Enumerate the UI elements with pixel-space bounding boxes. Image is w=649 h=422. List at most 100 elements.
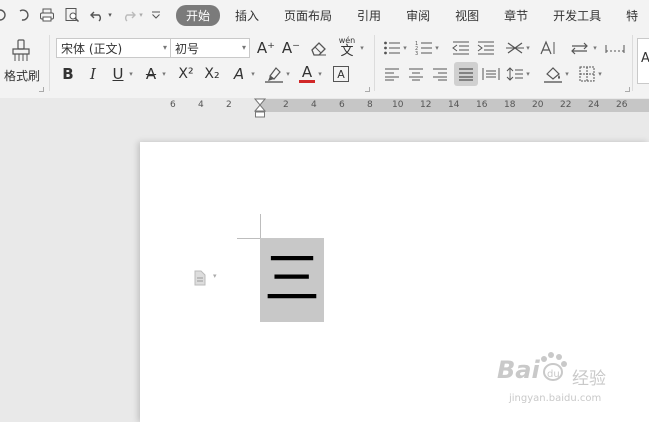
tab-insert[interactable]: 插入 bbox=[225, 5, 269, 26]
line-spacing-dropdown-icon[interactable]: ▾ bbox=[591, 38, 599, 58]
shrink-font-button[interactable]: A⁻ bbox=[280, 38, 302, 58]
print-icon[interactable] bbox=[37, 0, 57, 30]
decrease-indent-icon[interactable] bbox=[451, 38, 471, 58]
bullet-list-icon[interactable] bbox=[382, 38, 402, 58]
tab-home[interactable]: 开始 bbox=[176, 5, 221, 26]
character-border-button[interactable]: A bbox=[331, 64, 351, 84]
chinese-layout-icon[interactable] bbox=[504, 38, 526, 58]
print-preview-icon[interactable] bbox=[62, 0, 82, 30]
paragraph-spacing-icon[interactable] bbox=[505, 64, 525, 84]
ruler-tick: 10 bbox=[392, 100, 404, 110]
ruler-tick: 18 bbox=[504, 100, 516, 110]
tab-references[interactable]: 引用 bbox=[347, 5, 391, 26]
justify-icon[interactable] bbox=[454, 62, 478, 86]
ruler-tick: 2 bbox=[283, 100, 289, 110]
ruler-tick: 12 bbox=[420, 100, 432, 110]
ruler-tick: 8 bbox=[367, 100, 373, 110]
quick-access-more-icon[interactable] bbox=[149, 0, 163, 30]
bold-button[interactable]: B bbox=[58, 64, 78, 84]
document-character: 三 bbox=[264, 247, 320, 312]
tab-review[interactable]: 审阅 bbox=[396, 5, 440, 26]
ruler-tick: 26 bbox=[616, 100, 628, 110]
underline-button[interactable]: U bbox=[108, 64, 128, 84]
strikethrough-dropdown-icon[interactable]: ▾ bbox=[160, 64, 168, 84]
font-size-select[interactable]: 初号 ▾ bbox=[170, 38, 250, 58]
document-page[interactable]: ▾ 三 Bai du 经验 jingyan.baidu.com bbox=[140, 142, 649, 422]
selected-text[interactable]: 三 bbox=[260, 238, 324, 322]
shading-dropdown-icon[interactable]: ▾ bbox=[563, 64, 571, 84]
font-color-dropdown-icon[interactable]: ▾ bbox=[316, 64, 324, 84]
tab-view[interactable]: 视图 bbox=[445, 5, 489, 26]
borders-icon[interactable] bbox=[577, 64, 597, 84]
chinese-layout-dropdown-icon[interactable]: ▾ bbox=[524, 38, 532, 58]
chevron-down-icon: ▾ bbox=[241, 43, 246, 52]
paragraph-group-launcher-icon[interactable] bbox=[625, 87, 630, 92]
shading-icon[interactable] bbox=[542, 64, 564, 84]
numbered-list-dropdown-icon[interactable]: ▾ bbox=[433, 38, 441, 58]
ruler-tick: 16 bbox=[476, 100, 488, 110]
font-name-select[interactable]: 宋体 (正文) ▾ bbox=[56, 38, 171, 58]
undo-dropdown-icon[interactable]: ▾ bbox=[105, 0, 115, 30]
font-color-bar bbox=[299, 79, 315, 83]
ruler-tick: 2 bbox=[226, 100, 232, 110]
tab-section[interactable]: 章节 bbox=[494, 5, 538, 26]
font-group-launcher-icon[interactable] bbox=[365, 87, 370, 92]
eraser-icon[interactable] bbox=[307, 38, 329, 58]
print-setup-icon[interactable] bbox=[14, 0, 34, 30]
borders-dropdown-icon[interactable]: ▾ bbox=[596, 64, 604, 84]
format-painter-icon[interactable] bbox=[3, 38, 39, 64]
strikethrough-button[interactable]: A bbox=[141, 64, 161, 84]
font-color-button[interactable]: A bbox=[297, 62, 317, 84]
text-effects-button[interactable]: A bbox=[229, 64, 249, 84]
horizontal-ruler[interactable]: 6 4 2 2 4 6 8 10 12 14 16 18 20 22 24 26 bbox=[0, 98, 649, 118]
ruler-tick: 24 bbox=[588, 100, 600, 110]
text-effects-dropdown-icon[interactable]: ▾ bbox=[249, 64, 257, 84]
superscript-button[interactable]: X² bbox=[174, 64, 198, 84]
grow-font-button[interactable]: A⁺ bbox=[255, 38, 277, 58]
font-size-value: 初号 bbox=[175, 41, 200, 56]
tab-special[interactable]: 特 bbox=[616, 5, 648, 26]
character-border-label: A bbox=[333, 66, 349, 82]
ruler-tick: 14 bbox=[448, 100, 460, 110]
align-center-icon[interactable] bbox=[406, 64, 426, 84]
tab-developer[interactable]: 开发工具 bbox=[543, 5, 611, 26]
highlight-icon[interactable] bbox=[263, 64, 285, 84]
watermark-brand: Bai bbox=[497, 356, 540, 384]
ribbon: 格式刷 宋体 (正文) ▾ 初号 ▾ A⁺ A⁻ wén 文 ▾ B I U ▾… bbox=[0, 30, 649, 99]
menu-bar: ▾ ▾ 开始 插入 页面布局 引用 审阅 视图 章节 开发工具 特 bbox=[0, 0, 649, 30]
redo-arc-icon[interactable] bbox=[0, 0, 10, 30]
show-marks-icon[interactable] bbox=[538, 38, 558, 58]
format-painter-label[interactable]: 格式刷 bbox=[2, 67, 42, 83]
paragraph-options-dropdown-icon[interactable]: ▾ bbox=[213, 272, 217, 280]
tab-stops-icon[interactable] bbox=[604, 38, 626, 58]
phonetic-dropdown-icon[interactable]: ▾ bbox=[358, 38, 366, 58]
indent-marker-icon[interactable] bbox=[254, 98, 266, 118]
group-divider bbox=[49, 35, 50, 91]
align-right-icon[interactable] bbox=[430, 64, 450, 84]
ruler-tick: 20 bbox=[532, 100, 544, 110]
ruler-tick: 22 bbox=[560, 100, 572, 110]
paragraph-options-icon[interactable] bbox=[193, 270, 207, 286]
svg-text:3: 3 bbox=[415, 51, 418, 56]
distributed-align-icon[interactable] bbox=[481, 64, 501, 84]
subscript-button[interactable]: X₂ bbox=[200, 64, 224, 84]
italic-button[interactable]: I bbox=[83, 64, 103, 84]
bullet-list-dropdown-icon[interactable]: ▾ bbox=[401, 38, 409, 58]
clipboard-group-launcher-icon[interactable] bbox=[39, 87, 44, 92]
numbered-list-icon[interactable]: 123 bbox=[414, 38, 434, 58]
align-left-icon[interactable] bbox=[382, 64, 402, 84]
highlight-dropdown-icon[interactable]: ▾ bbox=[284, 64, 292, 84]
watermark-url: jingyan.baidu.com bbox=[509, 393, 602, 404]
increase-indent-icon[interactable] bbox=[476, 38, 496, 58]
style-gallery[interactable]: A bbox=[637, 38, 649, 84]
ruler-tick: 4 bbox=[198, 100, 204, 110]
redo-dropdown-icon[interactable]: ▾ bbox=[136, 0, 146, 30]
phonetic-guide-button[interactable]: wén 文 bbox=[334, 36, 360, 60]
group-divider bbox=[632, 35, 633, 91]
paragraph-spacing-dropdown-icon[interactable]: ▾ bbox=[524, 64, 532, 84]
line-spacing-icon[interactable] bbox=[569, 38, 591, 58]
underline-dropdown-icon[interactable]: ▾ bbox=[127, 64, 135, 84]
tab-page-layout[interactable]: 页面布局 bbox=[274, 5, 342, 26]
chevron-down-icon: ▾ bbox=[162, 43, 167, 52]
undo-icon[interactable] bbox=[88, 0, 106, 30]
